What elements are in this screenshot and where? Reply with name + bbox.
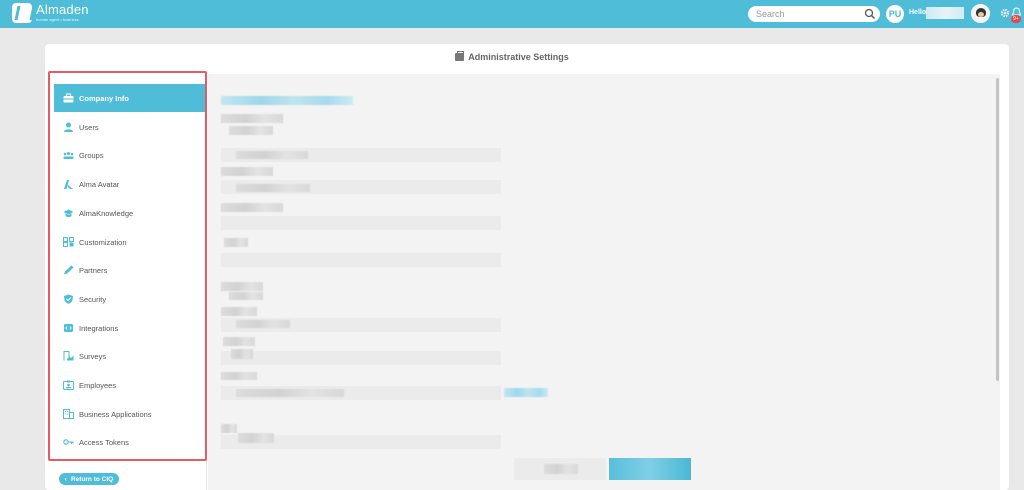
page-title: Administrative Settings: [0, 51, 1024, 62]
chevron-left-icon: ‹: [64, 475, 67, 483]
logo-tagline: human agent • business: [36, 17, 79, 22]
user-name-redacted: [926, 7, 964, 19]
company-info-panel: [208, 74, 1000, 490]
notification-badge: 9+: [1011, 15, 1021, 23]
app-logo[interactable]: Almaden human agent • business: [12, 3, 89, 23]
gear-icon[interactable]: [1000, 8, 1010, 18]
redacted-link[interactable]: [504, 388, 548, 397]
search-input[interactable]: Search: [748, 6, 880, 22]
redacted-input-field[interactable]: [221, 216, 501, 230]
redacted-field-label: [224, 238, 248, 247]
logo-name: Almaden: [36, 2, 89, 17]
search-placeholder: Search: [756, 9, 785, 19]
redacted-field-label: [221, 372, 257, 380]
redacted-field-label: [221, 114, 283, 123]
user-photo-avatar[interactable]: [971, 4, 990, 23]
almaden-logo-icon: [12, 3, 32, 23]
top-bar: Almaden human agent • business Search PU…: [0, 0, 1024, 28]
redacted-field-label: [221, 203, 283, 212]
redacted-field-label: [223, 337, 255, 346]
redacted-field-label: [221, 424, 237, 433]
content-scrollbar[interactable]: [996, 78, 999, 381]
redacted-input-value: [238, 433, 274, 443]
redacted-input-value: [236, 151, 308, 159]
user-initials-avatar[interactable]: PU: [886, 5, 904, 23]
redacted-save-button[interactable]: [609, 458, 691, 480]
redacted-field-label: [221, 167, 273, 176]
redacted-input-value: [236, 389, 344, 397]
redacted-button-label: [544, 464, 578, 474]
redacted-field-label: [221, 307, 257, 316]
redacted-field-label: [229, 126, 273, 135]
redacted-input-field[interactable]: [221, 253, 501, 267]
greeting-text: Hello: [909, 9, 927, 16]
redacted-input-value: [236, 320, 290, 328]
redacted-input-value: [231, 349, 253, 359]
redacted-field-label: [221, 282, 263, 291]
briefcase-icon: [455, 51, 465, 61]
search-icon[interactable]: [864, 8, 876, 20]
redacted-input-field[interactable]: [221, 351, 501, 365]
redacted-input-value: [236, 184, 310, 192]
redacted-field-label: [229, 292, 263, 300]
return-to-ciq-button[interactable]: ‹ Return to CIQ: [59, 473, 119, 485]
sidebar-highlight-box: [48, 71, 207, 461]
redacted-heading: [221, 96, 353, 105]
